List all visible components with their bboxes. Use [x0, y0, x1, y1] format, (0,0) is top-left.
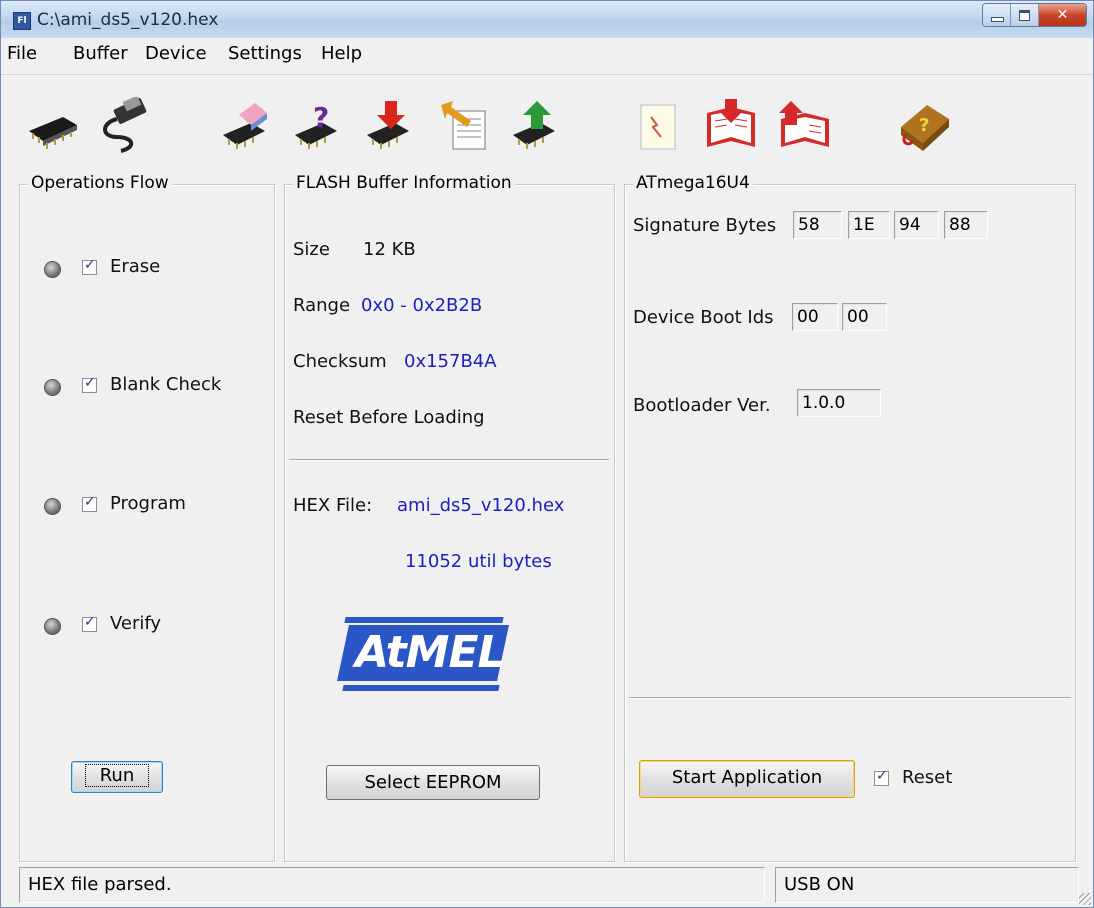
- toolbar: ? ?: [1, 75, 1093, 175]
- menu-bar: File Buffer Device Settings Help: [1, 38, 1093, 75]
- boot-id-2-field[interactable]: 00: [842, 303, 887, 331]
- select-eeprom-button[interactable]: Select EEPROM: [326, 765, 540, 800]
- reset-label: Reset: [902, 767, 953, 788]
- program-checkbox[interactable]: [82, 494, 97, 512]
- signature-byte-3-field[interactable]: 94: [894, 211, 939, 239]
- verify-status-led: [44, 618, 61, 635]
- device-legend: ATmega16U4: [633, 173, 753, 193]
- erase-label: Erase: [110, 256, 161, 277]
- checksum-label: Checksum: [293, 351, 387, 372]
- usb-cable-icon[interactable]: [97, 97, 155, 155]
- load-book-icon[interactable]: [703, 97, 761, 155]
- help-book-icon[interactable]: ?: [895, 97, 953, 155]
- program-label: Program: [110, 493, 186, 514]
- program-status-led: [44, 498, 61, 515]
- signature-byte-4-field[interactable]: 88: [944, 211, 988, 239]
- atmel-logo-text: AtMEL: [355, 627, 506, 678]
- size-label: Size: [293, 239, 330, 260]
- erase-status-led: [44, 261, 61, 278]
- start-application-button[interactable]: Start Application: [639, 760, 855, 798]
- device-separator: [629, 697, 1071, 699]
- hex-file-label: HEX File:: [293, 495, 373, 516]
- reset-before-loading-label: Reset Before Loading: [293, 407, 485, 428]
- app-icon: Fl: [13, 12, 31, 30]
- minimize-button[interactable]: [983, 4, 1011, 26]
- menu-settings[interactable]: Settings: [228, 43, 302, 64]
- svg-text:?: ?: [313, 101, 329, 134]
- checksum-value: 0x157B4A: [404, 351, 497, 372]
- operations-flow-legend: Operations Flow: [28, 173, 172, 193]
- menu-device[interactable]: Device: [145, 43, 207, 64]
- verify-checkbox[interactable]: [82, 614, 97, 632]
- svg-text:?: ?: [919, 115, 929, 136]
- hex-file-value: ami_ds5_v120.hex: [397, 495, 565, 516]
- erase-chip-icon[interactable]: [217, 97, 275, 155]
- reset-checkbox[interactable]: [874, 768, 889, 786]
- usb-status: USB ON: [775, 867, 1079, 903]
- close-icon: ✕: [1056, 7, 1069, 23]
- bootloader-version-label: Bootloader Ver.: [633, 395, 771, 416]
- menu-buffer[interactable]: Buffer: [73, 43, 128, 64]
- blank-check-chip-icon[interactable]: ?: [289, 97, 347, 155]
- device-group: ATmega16U4 Signature Bytes 58 1E 94 88 D…: [624, 173, 1076, 862]
- bootloader-version-field[interactable]: 1.0.0: [797, 389, 881, 417]
- operations-flow-group: Operations Flow Erase Blank Check Progra…: [19, 173, 275, 862]
- atmel-logo: AtMEL: [337, 617, 511, 697]
- menu-file[interactable]: File: [7, 43, 37, 64]
- erase-checkbox[interactable]: [82, 257, 97, 275]
- status-message: HEX file parsed.: [19, 867, 765, 903]
- run-button-label: Run: [84, 764, 150, 787]
- chip-icon[interactable]: [23, 97, 81, 155]
- read-chip-icon[interactable]: [435, 97, 493, 155]
- flash-separator: [289, 459, 609, 461]
- menu-help[interactable]: Help: [321, 43, 362, 64]
- size-value: 12 KB: [363, 239, 416, 260]
- main-window: Fl C:\ami_ds5_v120.hex ✕ File Buffer Dev…: [0, 0, 1094, 908]
- range-label: Range: [293, 295, 351, 316]
- util-bytes-value: 11052 util bytes: [405, 551, 552, 572]
- title-bar[interactable]: Fl C:\ami_ds5_v120.hex ✕: [1, 1, 1093, 38]
- maximize-button[interactable]: [1011, 4, 1039, 26]
- run-button[interactable]: Run: [71, 761, 163, 793]
- document-icon[interactable]: [631, 97, 689, 155]
- window-controls: ✕: [982, 3, 1087, 27]
- close-button[interactable]: ✕: [1039, 4, 1086, 26]
- signature-byte-1-field[interactable]: 58: [793, 211, 842, 239]
- boot-id-1-field[interactable]: 00: [792, 303, 838, 331]
- verify-label: Verify: [110, 613, 162, 634]
- blank-check-label: Blank Check: [110, 374, 222, 395]
- verify-chip-icon[interactable]: [507, 97, 565, 155]
- signature-bytes-label: Signature Bytes: [633, 215, 777, 236]
- blank-check-checkbox[interactable]: [82, 375, 97, 393]
- range-value: 0x0 - 0x2B2B: [361, 295, 483, 316]
- resize-grip-icon[interactable]: [1079, 893, 1091, 905]
- signature-byte-2-field[interactable]: 1E: [848, 211, 890, 239]
- window-title: C:\ami_ds5_v120.hex: [37, 10, 219, 30]
- blank-check-status-led: [44, 379, 61, 396]
- device-boot-ids-label: Device Boot Ids: [633, 307, 774, 328]
- program-chip-icon[interactable]: [361, 97, 419, 155]
- flash-buffer-legend: FLASH Buffer Information: [293, 173, 515, 193]
- save-book-icon[interactable]: [777, 97, 835, 155]
- flash-buffer-group: FLASH Buffer Information Size 12 KB Rang…: [284, 173, 615, 862]
